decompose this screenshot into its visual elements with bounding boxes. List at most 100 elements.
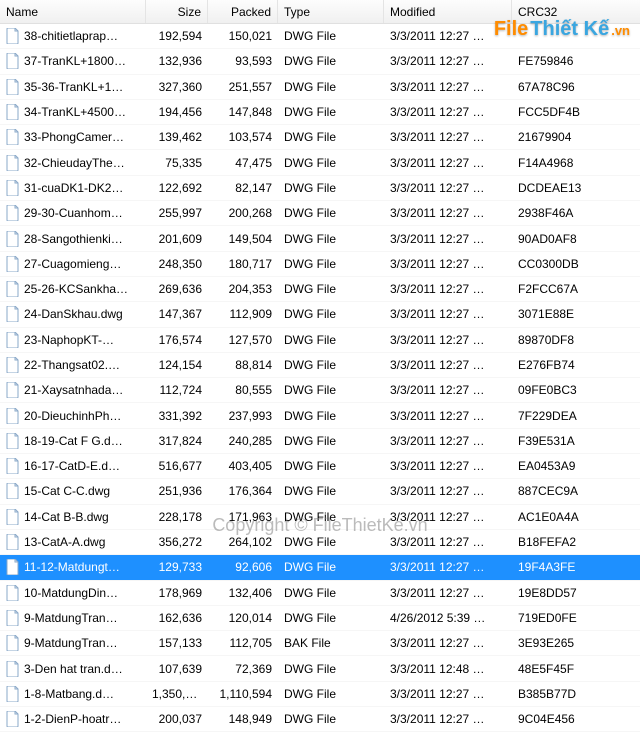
cell-name[interactable]: 27-Cuagomieng… (0, 256, 146, 272)
table-row[interactable]: 34-TranKL+4500…194,456147,848DWG File3/3… (0, 100, 640, 125)
cell-name[interactable]: 31-cuaDK1-DK2… (0, 180, 146, 196)
file-icon (6, 155, 20, 171)
file-name-label: 32-ChieudayThe… (24, 156, 125, 170)
cell-name[interactable]: 10-MatdungDin… (0, 585, 146, 601)
file-icon (6, 382, 20, 398)
cell-name[interactable]: 25-26-KCSankha… (0, 281, 146, 297)
table-row[interactable]: 9-MatdungTran…157,133112,705BAK File3/3/… (0, 631, 640, 656)
cell-name[interactable]: 34-TranKL+4500… (0, 104, 146, 120)
file-icon (6, 281, 20, 297)
cell-name[interactable]: 35-36-TranKL+1… (0, 79, 146, 95)
table-row[interactable]: 31-cuaDK1-DK2…122,69282,147DWG File3/3/2… (0, 176, 640, 201)
file-name-label: 15-Cat C-C.dwg (24, 484, 110, 498)
table-row[interactable]: 24-DanSkhau.dwg147,367112,909DWG File3/3… (0, 302, 640, 327)
table-row[interactable]: 15-Cat C-C.dwg251,936176,364DWG File3/3/… (0, 479, 640, 504)
cell-name[interactable]: 14-Cat B-B.dwg (0, 509, 146, 525)
table-row[interactable]: 22-Thangsat02.…124,15488,814DWG File3/3/… (0, 353, 640, 378)
cell-packed: 264,102 (208, 535, 278, 549)
cell-name[interactable]: 23-NaphopKT-… (0, 332, 146, 348)
cell-packed: 80,555 (208, 383, 278, 397)
table-row[interactable]: 16-17-CatD-E.d…516,677403,405DWG File3/3… (0, 454, 640, 479)
file-name-label: 33-PhongCamer… (24, 130, 124, 144)
cell-name[interactable]: 24-DanSkhau.dwg (0, 306, 146, 322)
cell-size: 228,178 (146, 510, 208, 524)
col-header-packed[interactable]: Packed (208, 0, 278, 23)
cell-name[interactable]: 33-PhongCamer… (0, 129, 146, 145)
cell-modified: 3/3/2011 12:48 … (384, 662, 512, 676)
cell-name[interactable]: 29-30-Cuanhom… (0, 205, 146, 221)
cell-size: 162,636 (146, 611, 208, 625)
file-name-label: 22-Thangsat02.… (24, 358, 120, 372)
table-row[interactable]: 32-ChieudayThe…75,33547,475DWG File3/3/2… (0, 150, 640, 175)
cell-packed: 150,021 (208, 29, 278, 43)
cell-size: 200,037 (146, 712, 208, 726)
cell-name[interactable]: 32-ChieudayThe… (0, 155, 146, 171)
table-row[interactable]: 25-26-KCSankha…269,636204,353DWG File3/3… (0, 277, 640, 302)
cell-type: DWG File (278, 156, 384, 170)
cell-name[interactable]: 21-Xaysatnhada… (0, 382, 146, 398)
cell-name[interactable]: 9-MatdungTran… (0, 610, 146, 626)
table-row[interactable]: 1-8-Matbang.d…1,350,4201,110,594DWG File… (0, 682, 640, 707)
file-icon (6, 256, 20, 272)
cell-type: DWG File (278, 105, 384, 119)
cell-type: DWG File (278, 358, 384, 372)
file-name-label: 9-MatdungTran… (24, 611, 118, 625)
col-header-modified[interactable]: Modified (384, 0, 512, 23)
cell-type: DWG File (278, 257, 384, 271)
file-name-label: 24-DanSkhau.dwg (24, 307, 123, 321)
table-row[interactable]: 37-TranKL+1800…132,93693,593DWG File3/3/… (0, 49, 640, 74)
cell-name[interactable]: 11-12-Matdungt… (0, 559, 146, 575)
table-row[interactable]: 13-CatA-A.dwg356,272264,102DWG File3/3/2… (0, 530, 640, 555)
cell-size: 112,724 (146, 383, 208, 397)
cell-name[interactable]: 22-Thangsat02.… (0, 357, 146, 373)
file-name-label: 13-CatA-A.dwg (24, 535, 105, 549)
cell-crc: 48E5F45F (512, 662, 612, 676)
table-row[interactable]: 35-36-TranKL+1…327,360251,557DWG File3/3… (0, 75, 640, 100)
file-icon (6, 661, 20, 677)
cell-size: 178,969 (146, 586, 208, 600)
col-header-type[interactable]: Type (278, 0, 384, 23)
cell-name[interactable]: 15-Cat C-C.dwg (0, 483, 146, 499)
table-row[interactable]: 10-MatdungDin…178,969132,406DWG File3/3/… (0, 581, 640, 606)
cell-packed: 251,557 (208, 80, 278, 94)
cell-crc: CC0300DB (512, 257, 612, 271)
cell-name[interactable]: 28-Sangothienki… (0, 231, 146, 247)
table-row[interactable]: 33-PhongCamer…139,462103,574DWG File3/3/… (0, 125, 640, 150)
cell-crc: 719ED0FE (512, 611, 612, 625)
cell-type: DWG File (278, 560, 384, 574)
cell-type: DWG File (278, 181, 384, 195)
cell-packed: 237,993 (208, 409, 278, 423)
table-row[interactable]: 18-19-Cat F G.d…317,824240,285DWG File3/… (0, 429, 640, 454)
cell-name[interactable]: 38-chitietlaprap… (0, 28, 146, 44)
file-icon (6, 408, 20, 424)
table-row[interactable]: 20-DieuchinhPh…331,392237,993DWG File3/3… (0, 403, 640, 428)
col-header-name[interactable]: Name (0, 0, 146, 23)
file-list: 38-chitietlaprap…192,594150,021DWG File3… (0, 24, 640, 732)
cell-type: DWG File (278, 282, 384, 296)
table-row[interactable]: 11-12-Matdungt…129,73392,606DWG File3/3/… (0, 555, 640, 580)
table-row[interactable]: 27-Cuagomieng…248,350180,717DWG File3/3/… (0, 252, 640, 277)
cell-name[interactable]: 16-17-CatD-E.d… (0, 458, 146, 474)
col-header-size[interactable]: Size (146, 0, 208, 23)
cell-type: DWG File (278, 307, 384, 321)
table-row[interactable]: 9-MatdungTran…162,636120,014DWG File4/26… (0, 606, 640, 631)
cell-type: DWG File (278, 29, 384, 43)
cell-type: DWG File (278, 535, 384, 549)
cell-type: DWG File (278, 510, 384, 524)
table-row[interactable]: 3-Den hat tran.d…107,63972,369DWG File3/… (0, 656, 640, 681)
cell-name[interactable]: 20-DieuchinhPh… (0, 408, 146, 424)
cell-name[interactable]: 13-CatA-A.dwg (0, 534, 146, 550)
cell-name[interactable]: 18-19-Cat F G.d… (0, 433, 146, 449)
cell-name[interactable]: 1-2-DienP-hoatr… (0, 711, 146, 727)
table-row[interactable]: 23-NaphopKT-…176,574127,570DWG File3/3/2… (0, 328, 640, 353)
cell-name[interactable]: 1-8-Matbang.d… (0, 686, 146, 702)
table-row[interactable]: 29-30-Cuanhom…255,997200,268DWG File3/3/… (0, 201, 640, 226)
cell-name[interactable]: 37-TranKL+1800… (0, 53, 146, 69)
table-row[interactable]: 21-Xaysatnhada…112,72480,555DWG File3/3/… (0, 378, 640, 403)
cell-name[interactable]: 3-Den hat tran.d… (0, 661, 146, 677)
cell-packed: 103,574 (208, 130, 278, 144)
table-row[interactable]: 14-Cat B-B.dwg228,178171,963DWG File3/3/… (0, 505, 640, 530)
table-row[interactable]: 28-Sangothienki…201,609149,504DWG File3/… (0, 226, 640, 251)
cell-name[interactable]: 9-MatdungTran… (0, 635, 146, 651)
table-row[interactable]: 1-2-DienP-hoatr…200,037148,949DWG File3/… (0, 707, 640, 732)
